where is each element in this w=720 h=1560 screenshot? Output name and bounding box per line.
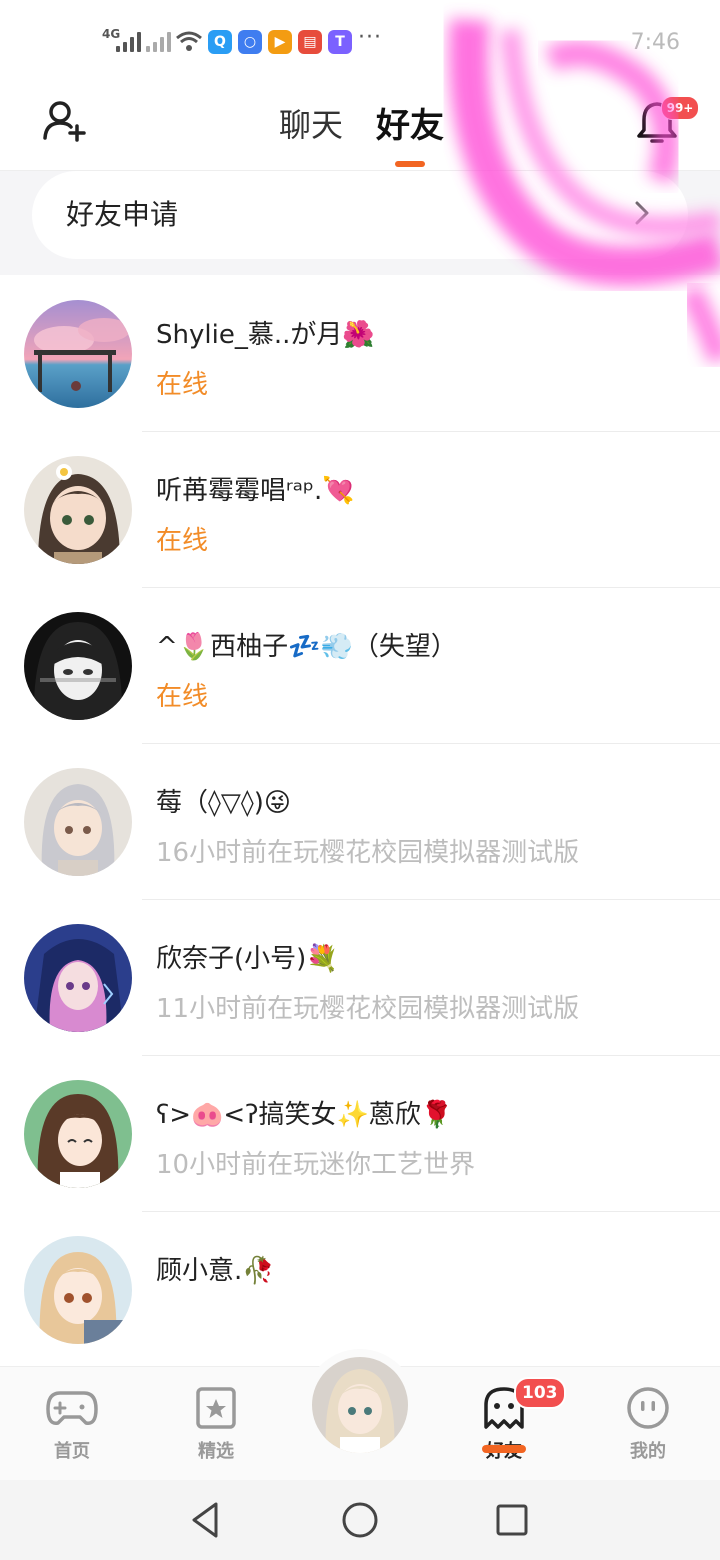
recents-square-icon[interactable] (490, 1498, 534, 1542)
tag-app-icon: T (328, 30, 352, 54)
chevron-right-icon (635, 201, 649, 225)
notification-badge: 99+ (661, 96, 699, 120)
avatar[interactable] (24, 1080, 132, 1188)
friend-request-button[interactable]: 好友申请 (32, 171, 688, 259)
active-tab-indicator (395, 161, 425, 167)
friend-status: 11小时前在玩樱花校园模拟器测试版 (156, 994, 580, 1024)
active-nav-indicator (482, 1445, 526, 1453)
avatar[interactable] (24, 924, 132, 1032)
signal-no-sim-icon (146, 28, 171, 52)
wifi-icon (176, 31, 202, 51)
avatar (312, 1357, 408, 1453)
avatar[interactable] (24, 1236, 132, 1344)
tab-chat[interactable]: 聊天 (279, 100, 343, 146)
friend-name: ^🌷西柚子💤💨（失望） (156, 632, 457, 662)
avatar[interactable] (24, 456, 132, 564)
profile-center-button[interactable] (304, 1349, 416, 1461)
avatar[interactable] (24, 300, 132, 408)
friend-row[interactable]: ʕ>🐽<ʔ搞笑女✨蒽欣🌹 10小时前在玩迷你工艺世界 (0, 1056, 720, 1212)
friend-request-section: 好友申请 (0, 171, 720, 275)
friend-row[interactable]: 顾小意.🥀 (0, 1212, 720, 1368)
search-app-icon: Q (208, 30, 232, 54)
friend-name: 顾小意.🥀 (156, 1256, 275, 1286)
friend-row[interactable]: ^🌷西柚子💤💨（失望） 在线 (0, 588, 720, 744)
star-icon (196, 1387, 236, 1429)
friend-list: Shylie_慕..が月🌺 在线 听苒霉霉唱ʳᵃᵖ.💘 在线 ^🌷西柚子💤💨（失… (0, 276, 720, 1368)
friend-status: 在线 (156, 526, 209, 556)
bulb-app-icon: ○ (238, 30, 262, 54)
friend-status: 在线 (156, 682, 209, 712)
gamepad-icon (46, 1391, 98, 1425)
friend-row[interactable]: 听苒霉霉唱ʳᵃᵖ.💘 在线 (0, 432, 720, 588)
friend-status: 在线 (156, 370, 209, 400)
back-icon[interactable] (184, 1498, 228, 1542)
friend-name: 欣奈子(小号)💐 (156, 944, 339, 974)
nav-home[interactable]: 首页 (32, 1385, 112, 1463)
add-friend-icon[interactable] (42, 98, 88, 144)
friends-badge: 103 (514, 1377, 566, 1409)
friend-request-label: 好友申请 (66, 198, 179, 231)
friend-row[interactable]: 莓（◊▽◊)😜 16小时前在玩樱花校园模拟器测试版 (0, 744, 720, 900)
friend-name: 莓（◊▽◊)😜 (156, 788, 291, 818)
friend-row[interactable]: Shylie_慕..が月🌺 在线 (0, 276, 720, 432)
bottom-navigation: 首页 精选 好友 103 (0, 1349, 720, 1481)
top-header: 聊天 好友 99+ (0, 80, 720, 171)
friend-name: 听苒霉霉唱ʳᵃᵖ.💘 (156, 476, 355, 506)
nav-featured[interactable]: 精选 (176, 1385, 256, 1463)
friend-row[interactable]: 欣奈子(小号)💐 11小时前在玩樱花校园模拟器测试版 (0, 900, 720, 1056)
friend-status: 16小时前在玩樱花校园模拟器测试版 (156, 838, 580, 868)
home-circle-icon[interactable] (338, 1498, 382, 1542)
avatar[interactable] (24, 612, 132, 720)
nav-me-label: 我的 (630, 1441, 666, 1462)
avatar[interactable] (24, 768, 132, 876)
clock: 7:46 (630, 30, 680, 55)
friend-status: 10小时前在玩迷你工艺世界 (156, 1150, 476, 1180)
nav-featured-label: 精选 (198, 1441, 234, 1462)
more-notifications-icon: ··· (358, 25, 382, 50)
nav-me[interactable]: 我的 (608, 1385, 688, 1463)
system-navigation-bar (0, 1480, 720, 1560)
book-app-icon: ▤ (298, 30, 322, 54)
status-bar: 4G Q ○ ▶ ▤ T ··· 7:46 (0, 0, 720, 80)
tab-friends[interactable]: 好友 (376, 98, 444, 147)
friend-name: Shylie_慕..が月🌺 (156, 320, 375, 350)
face-icon (627, 1387, 669, 1429)
play-app-icon: ▶ (268, 30, 292, 54)
nav-home-label: 首页 (54, 1441, 90, 1462)
signal-icon (116, 28, 141, 52)
friend-name: ʕ>🐽<ʔ搞笑女✨蒽欣🌹 (156, 1100, 454, 1130)
